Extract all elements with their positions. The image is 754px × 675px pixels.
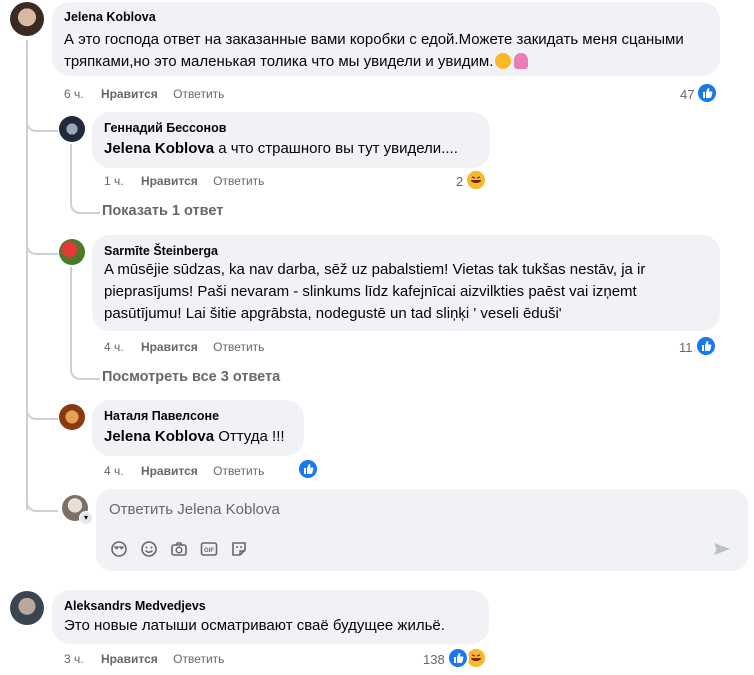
- reply-meta: 1 ч. Нравится Ответить: [104, 174, 264, 188]
- reply-meta: 4 ч. Нравится Ответить: [104, 340, 264, 354]
- comment-bubble: Aleksandrs Medvedjevs Это новые латыши о…: [52, 590, 489, 644]
- reply-author[interactable]: Sarmīte Šteinberga: [104, 244, 218, 258]
- thread-connector: [26, 400, 58, 420]
- reply-text: Jelena Koblova а что страшного вы тут ув…: [104, 138, 458, 160]
- reaction-count[interactable]: 11: [679, 340, 693, 355]
- avatar[interactable]: [10, 2, 44, 36]
- svg-text:GIF: GIF: [204, 548, 214, 554]
- send-icon[interactable]: [713, 541, 731, 562]
- smile-emoji-icon: [495, 53, 512, 69]
- reply-meta: 4 ч. Нравится Ответить: [104, 464, 264, 478]
- reply-button[interactable]: Ответить: [213, 340, 264, 354]
- like-reaction-icon: [696, 82, 718, 104]
- like-button[interactable]: Нравится: [141, 174, 198, 188]
- avatar-sticker-icon[interactable]: [110, 540, 128, 563]
- like-button[interactable]: Нравится: [101, 87, 158, 101]
- reply-body: а что страшного вы тут увидели....: [214, 140, 458, 157]
- comment-text: А это господа ответ на заказанные вами к…: [64, 29, 704, 73]
- woman-gesture-emoji-icon: [514, 53, 529, 69]
- mention-link[interactable]: Jelena Koblova: [104, 428, 214, 445]
- reply-author[interactable]: Наталя Павелсоне: [104, 409, 219, 423]
- reaction-count[interactable]: 47: [680, 87, 694, 102]
- gif-icon[interactable]: GIF: [200, 540, 218, 563]
- thread-connector: [70, 144, 100, 214]
- comment-meta: 3 ч. Нравится Ответить: [64, 652, 224, 666]
- reply-time[interactable]: 4 ч.: [104, 464, 124, 478]
- reply-text: Jelena Koblova Оттуда !!!: [104, 426, 285, 448]
- comment-time[interactable]: 3 ч.: [64, 652, 84, 666]
- comment-text: Это новые латыши осматривают сваё будуще…: [64, 617, 445, 634]
- haha-reaction-icon: [465, 169, 487, 191]
- avatar[interactable]: [10, 591, 44, 625]
- reply-bubble: Наталя Павелсоне Jelena Koblova Оттуда !…: [92, 400, 304, 456]
- comment-bubble: Jelena Koblova А это господа ответ на за…: [52, 2, 720, 76]
- reply-bubble: Геннадий Бессонов Jelena Koblova а что с…: [92, 112, 490, 168]
- like-button[interactable]: Нравится: [141, 464, 198, 478]
- emoji-icon[interactable]: [140, 540, 158, 563]
- thread-connector: [26, 492, 58, 512]
- thread-connector: [26, 235, 58, 255]
- avatar[interactable]: [59, 404, 85, 430]
- like-button[interactable]: Нравится: [141, 340, 198, 354]
- comment-author[interactable]: Aleksandrs Medvedjevs: [64, 599, 206, 613]
- avatar[interactable]: [59, 116, 85, 142]
- thread-connector: [26, 112, 58, 132]
- reply-time[interactable]: 1 ч.: [104, 174, 124, 188]
- reply-button[interactable]: Ответить: [213, 464, 264, 478]
- like-reaction-icon: [695, 335, 717, 357]
- like-button[interactable]: Нравится: [101, 652, 158, 666]
- comment-author[interactable]: Jelena Koblova: [64, 10, 156, 24]
- reply-text: A mūsējie sūdzas, ka nav darba, sēž uz p…: [104, 261, 646, 322]
- thread-line: [26, 40, 28, 510]
- reply-bubble: Sarmīte Šteinberga A mūsējie sūdzas, ka …: [92, 235, 720, 331]
- like-reaction-icon: [447, 647, 469, 669]
- avatar[interactable]: [59, 239, 85, 265]
- camera-icon[interactable]: [170, 540, 188, 563]
- comment-body: А это господа ответ на заказанные вами к…: [64, 31, 684, 70]
- mention-link[interactable]: Jelena Koblova: [104, 140, 214, 157]
- reply-button[interactable]: Ответить: [173, 87, 224, 101]
- avatar-dropdown-icon[interactable]: ▾: [79, 511, 93, 525]
- comment-time[interactable]: 6 ч.: [64, 87, 84, 101]
- reaction-count[interactable]: 2: [456, 174, 463, 189]
- reply-button[interactable]: Ответить: [213, 174, 264, 188]
- comment-meta: 6 ч. Нравится Ответить: [64, 87, 224, 101]
- composer-toolbar: GIF: [110, 540, 248, 563]
- sticker-icon[interactable]: [230, 540, 248, 563]
- show-replies-link[interactable]: Посмотреть все 3 ответа: [102, 369, 280, 385]
- thread-connector: [70, 267, 100, 380]
- reply-time[interactable]: 4 ч.: [104, 340, 124, 354]
- show-replies-link[interactable]: Показать 1 ответ: [102, 203, 223, 219]
- like-reaction-icon[interactable]: [297, 458, 319, 480]
- reply-button[interactable]: Ответить: [173, 652, 224, 666]
- reply-author[interactable]: Геннадий Бессонов: [104, 121, 226, 135]
- reply-composer[interactable]: Ответить Jelena Koblova GIF: [96, 489, 748, 571]
- reply-body: Оттуда !!!: [214, 428, 285, 445]
- reply-input[interactable]: Ответить Jelena Koblova: [109, 501, 280, 518]
- reaction-count[interactable]: 138: [423, 652, 445, 667]
